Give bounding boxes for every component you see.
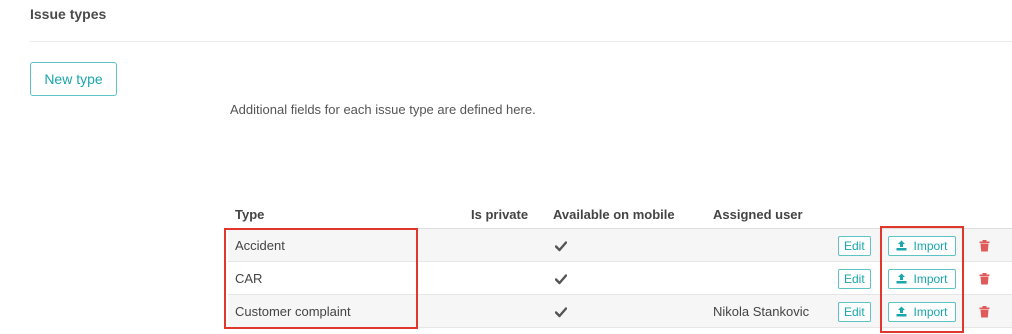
- trash-icon[interactable]: [979, 272, 990, 285]
- header-is-private: Is private: [471, 207, 529, 222]
- delete-cell: [979, 262, 990, 295]
- edit-cell: Edit: [838, 229, 871, 262]
- header-assigned-user: Assigned user: [713, 207, 803, 222]
- edit-button[interactable]: Edit: [838, 301, 871, 322]
- delete-cell: [979, 229, 990, 262]
- issue-types-table: Type Is private Available on mobile Assi…: [228, 198, 1012, 328]
- description-text: Additional fields for each issue type ar…: [230, 102, 536, 117]
- title-divider: [30, 41, 1012, 42]
- upload-icon: [896, 273, 907, 284]
- edit-cell: Edit: [838, 295, 871, 328]
- assigned-user-cell: Nikola Stankovic: [713, 304, 810, 319]
- type-cell: Accident: [235, 238, 285, 253]
- table-row: Accident Edit Import: [228, 229, 1012, 262]
- import-label: Import: [913, 271, 948, 286]
- delete-cell: [979, 295, 990, 328]
- trash-icon[interactable]: [979, 239, 990, 252]
- mobile-cell: [555, 229, 567, 262]
- header-type: Type: [235, 207, 265, 222]
- trash-icon[interactable]: [979, 305, 990, 318]
- edit-button[interactable]: Edit: [838, 268, 871, 289]
- import-label: Import: [913, 304, 948, 319]
- upload-icon: [896, 306, 907, 317]
- mobile-cell: [555, 262, 567, 295]
- check-icon: [555, 306, 567, 317]
- issue-types-page: Issue types New type Additional fields f…: [0, 0, 1012, 334]
- page-title: Issue types: [30, 6, 107, 22]
- header-available-on-mobile: Available on mobile: [553, 207, 675, 222]
- import-cell: Import: [888, 262, 956, 295]
- upload-icon: [896, 240, 907, 251]
- import-button[interactable]: Import: [888, 301, 956, 322]
- edit-cell: Edit: [838, 262, 871, 295]
- import-button[interactable]: Import: [888, 235, 956, 256]
- table-header: Type Is private Available on mobile Assi…: [228, 198, 1012, 229]
- type-cell: Customer complaint: [235, 304, 351, 319]
- import-button[interactable]: Import: [888, 268, 956, 289]
- check-icon: [555, 240, 567, 251]
- import-cell: Import: [888, 229, 956, 262]
- mobile-cell: [555, 295, 567, 328]
- import-cell: Import: [888, 295, 956, 328]
- type-cell: CAR: [235, 271, 263, 286]
- new-type-button[interactable]: New type: [30, 62, 117, 96]
- check-icon: [555, 273, 567, 284]
- table-row: Customer complaint Nikola Stankovic Edit…: [228, 295, 1012, 328]
- import-label: Import: [913, 238, 948, 253]
- table-row: CAR Edit Import: [228, 262, 1012, 295]
- edit-button[interactable]: Edit: [838, 235, 871, 256]
